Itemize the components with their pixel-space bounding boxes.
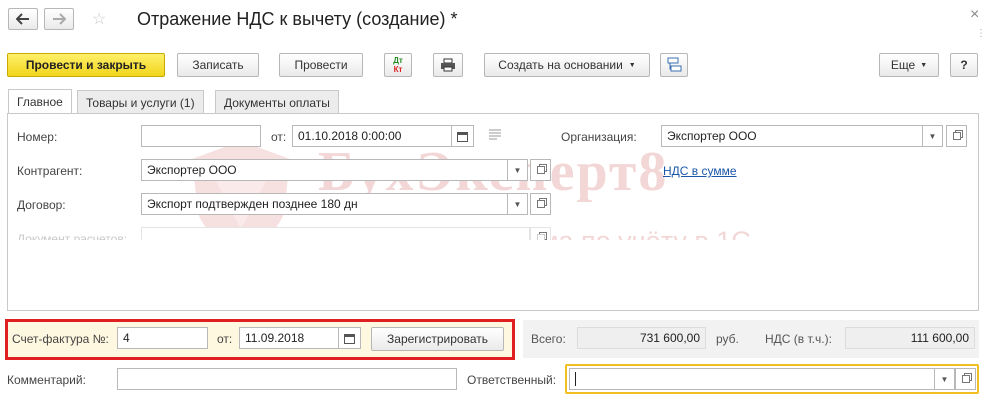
organization-open-button[interactable] bbox=[946, 125, 967, 147]
tab-main[interactable]: Главное bbox=[8, 89, 72, 114]
number-field[interactable] bbox=[141, 125, 261, 147]
register-invoice-button[interactable]: Зарегистрировать bbox=[371, 327, 504, 351]
contract-label: Договор: bbox=[17, 198, 66, 212]
fade-overlay bbox=[8, 240, 978, 310]
vat-value-field: 111 600,00 bbox=[845, 327, 975, 349]
help-button[interactable]: ? bbox=[950, 53, 978, 77]
contract-field[interactable]: Экспорт подтвержден позднее 180 дн bbox=[141, 193, 508, 215]
responsible-field[interactable] bbox=[569, 368, 935, 390]
invoice-label: Счет-фактура №: bbox=[12, 332, 109, 346]
comment-field[interactable] bbox=[117, 368, 457, 390]
print-button[interactable] bbox=[433, 53, 463, 77]
dtkt-report-button[interactable]: Дт Кт bbox=[384, 53, 412, 77]
invoice-from-label: от: bbox=[217, 332, 233, 346]
tab-goods-services[interactable]: Товары и услуги (1) bbox=[77, 90, 204, 114]
invoice-number-field[interactable]: 4 bbox=[117, 327, 208, 349]
memo-icon[interactable] bbox=[488, 128, 502, 143]
vat-label: НДС (в т.ч.): bbox=[765, 332, 832, 346]
total-label: Всего: bbox=[531, 332, 566, 346]
counterparty-dropdown-button[interactable]: ▼ bbox=[508, 159, 528, 181]
post-button[interactable]: Провести bbox=[279, 53, 363, 77]
chevron-down-icon: ▼ bbox=[920, 61, 928, 69]
close-icon[interactable]: × bbox=[970, 6, 979, 24]
calendar-button[interactable] bbox=[452, 125, 474, 147]
chevron-down-icon: ▼ bbox=[628, 61, 636, 69]
contract-dropdown-button[interactable]: ▼ bbox=[508, 193, 528, 215]
comment-label: Комментарий: bbox=[7, 373, 86, 387]
forward-button[interactable] bbox=[44, 8, 74, 30]
kt-icon-label: Кт bbox=[393, 65, 403, 74]
responsible-label: Ответственный: bbox=[467, 373, 557, 387]
counterparty-field[interactable]: Экспортер ООО bbox=[141, 159, 508, 181]
organization-dropdown-button[interactable]: ▼ bbox=[923, 125, 943, 147]
save-button[interactable]: Записать bbox=[177, 53, 259, 77]
calendar-icon bbox=[344, 333, 355, 344]
arrow-left-icon bbox=[16, 13, 29, 25]
structure-button[interactable] bbox=[660, 53, 688, 77]
invoice-date-field[interactable]: 11.09.2018 bbox=[239, 327, 339, 349]
create-based-on-button[interactable]: Создать на основании ▼ bbox=[484, 53, 650, 77]
invoice-calendar-button[interactable] bbox=[339, 327, 361, 349]
open-icon bbox=[536, 200, 545, 208]
more-vert-icon[interactable]: ⋮ bbox=[976, 28, 986, 39]
responsible-open-button[interactable] bbox=[955, 368, 976, 390]
currency-label: руб. bbox=[716, 332, 739, 346]
date-from-label: от: bbox=[271, 130, 287, 144]
more-button[interactable]: Еще ▼ bbox=[879, 53, 939, 77]
open-icon bbox=[961, 375, 970, 383]
create-based-label: Создать на основании bbox=[498, 58, 623, 72]
dt-icon-label: Дт bbox=[393, 56, 403, 65]
open-icon bbox=[952, 132, 961, 140]
hierarchy-icon bbox=[667, 57, 682, 72]
responsible-dropdown-button[interactable]: ▼ bbox=[935, 368, 955, 390]
calendar-icon bbox=[457, 131, 468, 142]
tab-payment-docs[interactable]: Документы оплаты bbox=[215, 90, 339, 114]
text-caret bbox=[575, 372, 576, 386]
date-field[interactable]: 01.10.2018 0:00:00 bbox=[292, 125, 452, 147]
total-value-field: 731 600,00 bbox=[577, 327, 706, 349]
open-icon bbox=[536, 166, 545, 174]
organization-field[interactable]: Экспортер ООО bbox=[661, 125, 923, 147]
number-label: Номер: bbox=[17, 130, 58, 144]
counterparty-label: Контрагент: bbox=[17, 164, 83, 178]
window-title: Отражение НДС к вычету (создание) * bbox=[137, 9, 458, 29]
vat-in-sum-link[interactable]: НДС в сумме bbox=[663, 164, 737, 178]
contract-open-button[interactable] bbox=[530, 193, 551, 215]
more-label: Еще bbox=[890, 58, 916, 72]
counterparty-open-button[interactable] bbox=[530, 159, 551, 181]
organization-label: Организация: bbox=[561, 130, 637, 144]
favorite-star-icon[interactable]: ☆ bbox=[92, 9, 106, 29]
post-and-close-button[interactable]: Провести и закрыть bbox=[7, 53, 165, 77]
back-button[interactable] bbox=[8, 8, 38, 30]
printer-icon bbox=[441, 58, 455, 72]
arrow-right-icon bbox=[53, 13, 66, 25]
